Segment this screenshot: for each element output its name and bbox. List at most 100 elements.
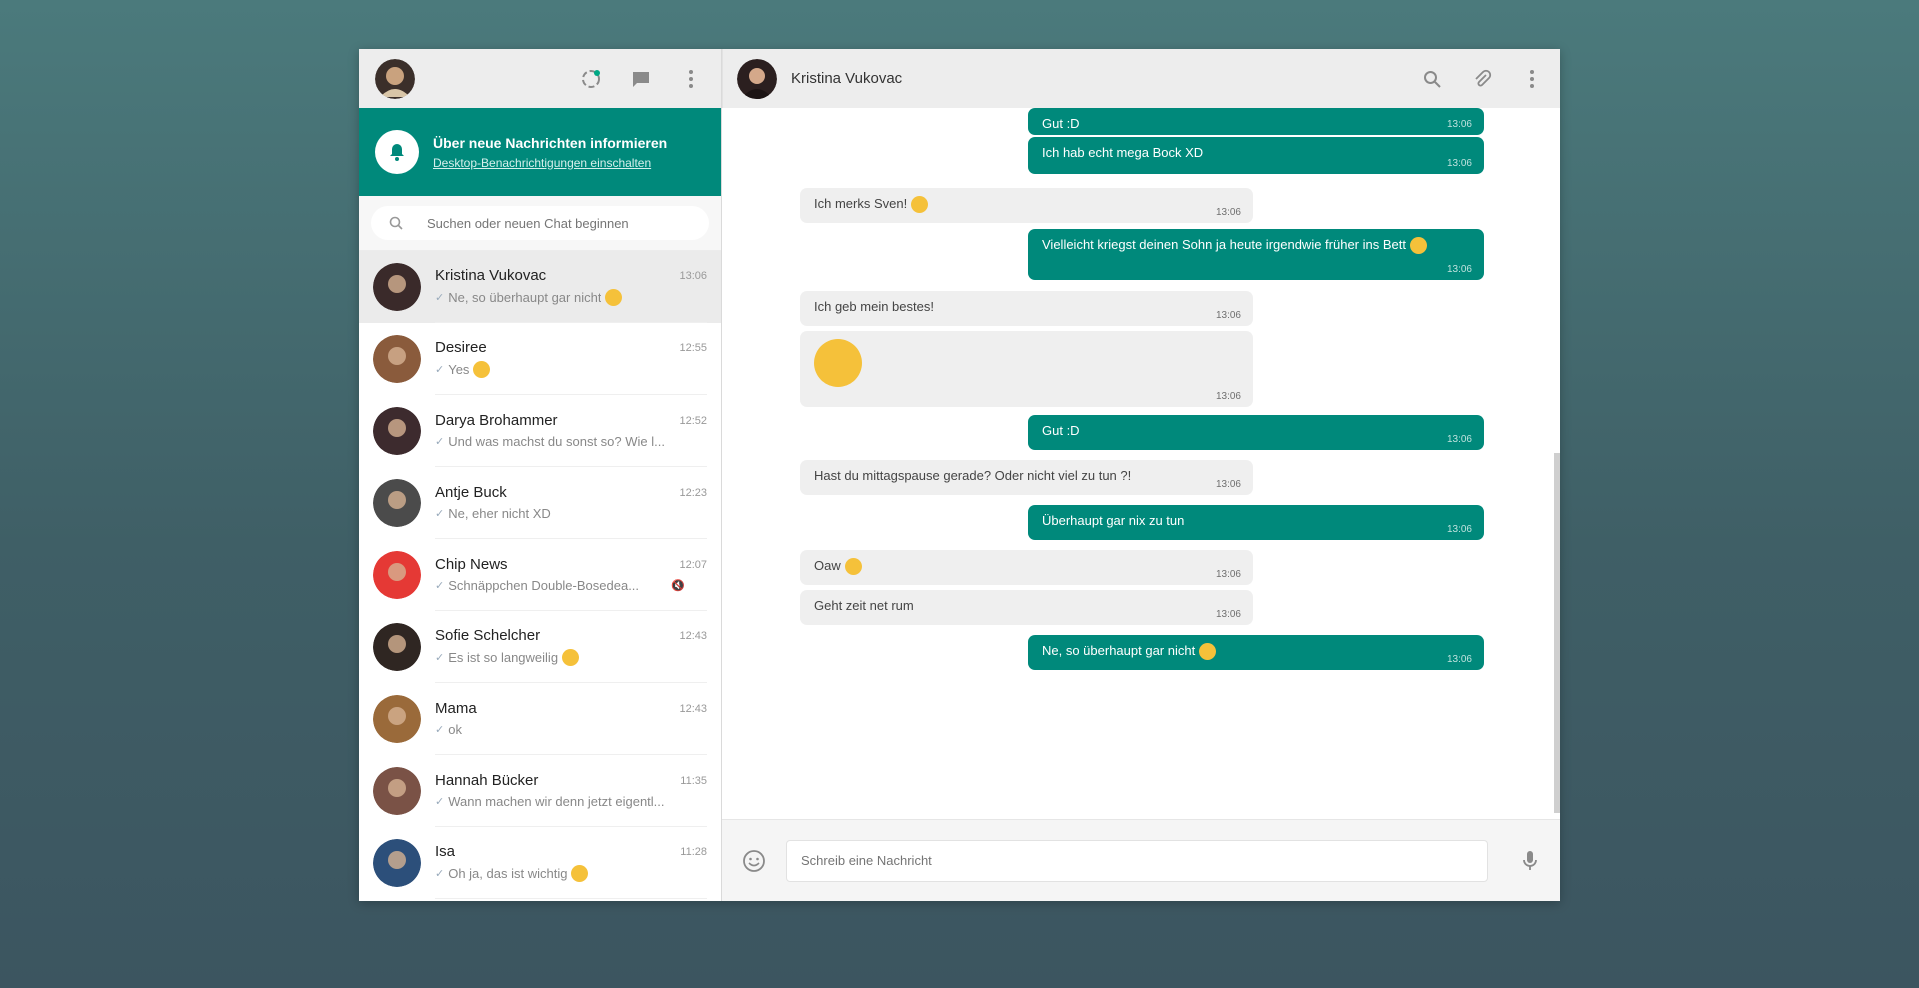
chat-name: Darya Brohammer <box>435 412 558 429</box>
chat-name: Kristina Vukovac <box>435 267 547 284</box>
chat-time: 11:28 <box>680 845 707 858</box>
chat-list-panel: Über neue Nachrichten informieren Deskto… <box>359 49 722 901</box>
menu-icon[interactable] <box>679 67 703 91</box>
outgoing-message[interactable]: Ne, so überhaupt gar nicht 13:06 <box>1028 635 1484 670</box>
chat-list-item[interactable]: Hannah Bücker 11:35 ✓ Wann machen wir denn … <box>359 755 721 827</box>
chat-avatar[interactable] <box>373 479 421 527</box>
status-icon[interactable] <box>579 67 603 91</box>
chat-item-body: Sofie Schelcher 12:43 ✓ Es ist so langweili… <box>435 611 707 683</box>
message-text: Ich merks Sven! <box>814 196 908 211</box>
sidebar-header <box>359 49 721 108</box>
chat-avatar[interactable] <box>373 263 421 311</box>
search-box[interactable] <box>371 206 709 240</box>
chat-list-item[interactable]: Mama 12:43 ✓ ok <box>359 683 721 755</box>
read-tick-icon: ✓ <box>435 796 445 808</box>
chat-name: Chip News <box>435 556 508 573</box>
chat-preview-text: Oh ja, das ist wichtig <box>448 866 568 881</box>
chat-time: 12:55 <box>679 341 707 354</box>
new-chat-icon[interactable] <box>629 67 653 91</box>
chat-preview-text: Ne, so überhaupt gar nicht <box>448 290 602 305</box>
chat-preview: ✓ Es ist so langweilig <box>435 649 685 666</box>
scrollbar[interactable] <box>1554 453 1560 813</box>
chat-preview: ✓ Schnäppchen Double-Bosedea... 🔇 <box>435 578 685 593</box>
emoji-icon <box>473 361 491 378</box>
my-avatar[interactable] <box>375 58 415 99</box>
chat-time: 11:35 <box>680 774 707 787</box>
chat-list-item[interactable]: Chip News 12:07 ✓ Schnäppchen Double-Bosede… <box>359 539 721 611</box>
incoming-message[interactable]: Hast du mittagspause gerade? Oder nicht … <box>800 460 1253 495</box>
chat-list-item[interactable]: Desiree 12:55 ✓ Yes <box>359 323 721 395</box>
chat-avatar[interactable] <box>373 767 421 815</box>
chat-time: 13:06 <box>679 269 707 282</box>
chat-avatar[interactable] <box>373 839 421 887</box>
message-time: 13:06 <box>1446 434 1472 445</box>
chat-preview: ✓ Ne, eher nicht XD <box>435 506 685 521</box>
read-tick-icon: ✓ <box>435 580 445 592</box>
chat-time: 12:23 <box>679 486 707 499</box>
chat-time: 12:07 <box>679 558 707 571</box>
message-time: 13:06 <box>1215 479 1241 490</box>
emoji-sticker-icon <box>814 339 862 387</box>
incoming-message[interactable]: 13:06 <box>800 331 1253 407</box>
chat-list-item[interactable]: Sofie Schelcher 12:43 ✓ Es ist so langweili… <box>359 611 721 683</box>
emoji-icon <box>1199 643 1217 661</box>
chat-name: Desiree <box>435 339 487 356</box>
whatsapp-web-window: Über neue Nachrichten informieren Deskto… <box>359 49 1560 901</box>
bell-off-icon <box>375 130 419 174</box>
microphone-icon[interactable] <box>1518 849 1542 873</box>
chat-preview: ✓ Und was machst du sonst so? Wie l... <box>435 434 685 449</box>
chat-name: Mama <box>435 700 477 717</box>
message-time: 13:06 <box>1215 609 1241 620</box>
outgoing-message[interactable]: Vielleicht kriegst deinen Sohn ja heute … <box>1028 229 1484 280</box>
contact-avatar[interactable] <box>737 58 777 99</box>
chat-item-body: Hannah Bücker 11:35 ✓ Wann machen wir denn … <box>435 755 707 827</box>
chat-avatar[interactable] <box>373 551 421 599</box>
chat-preview-text: Yes <box>448 362 470 377</box>
chat-name: Hannah Bücker <box>435 772 539 789</box>
chat-preview-text: Schnäppchen Double-Bosedea... <box>448 578 640 593</box>
search-icon <box>389 216 403 230</box>
chat-list-item[interactable]: Isa 11:28 ✓ Oh ja, das ist wichtig <box>359 827 721 899</box>
chat-avatar[interactable] <box>373 407 421 455</box>
enable-notifications-link[interactable]: Desktop-Benachrichtigungen einschalten <box>433 156 667 170</box>
notification-banner[interactable]: Über neue Nachrichten informieren Deskto… <box>359 108 721 196</box>
chat-avatar[interactable] <box>373 695 421 743</box>
message-input[interactable] <box>786 839 1488 882</box>
chat-preview-text: Wann machen wir denn jetzt eigentl... <box>448 794 665 809</box>
attach-icon[interactable] <box>1470 67 1494 91</box>
outgoing-message[interactable]: Gut :D 13:06 <box>1028 415 1484 450</box>
chat-item-body: Chip News 12:07 ✓ Schnäppchen Double-Bosede… <box>435 539 707 611</box>
menu-icon[interactable] <box>1520 67 1544 91</box>
conversation-header[interactable]: Kristina Vukovac <box>722 49 1560 108</box>
search-icon[interactable] <box>1420 67 1444 91</box>
chat-time: 12:43 <box>679 629 707 642</box>
chat-avatar[interactable] <box>373 623 421 671</box>
outgoing-message[interactable]: Ich hab echt mega Bock XD 13:06 <box>1028 137 1484 174</box>
emoji-icon <box>1409 237 1427 255</box>
notification-title: Über neue Nachrichten informieren <box>433 134 668 151</box>
incoming-message[interactable]: Ich merks Sven! 13:06 <box>800 188 1253 223</box>
message-time: 13:06 <box>1446 524 1472 535</box>
incoming-message[interactable]: Ich geb mein bestes! 13:06 <box>800 291 1253 326</box>
emoji-icon <box>844 558 862 576</box>
chat-item-body: Antje Buck 12:23 ✓ Ne, eher nicht XD <box>435 467 707 539</box>
chat-preview: ✓ Oh ja, das ist wichtig <box>435 865 685 882</box>
chat-preview: ✓ Yes <box>435 361 685 378</box>
search-input[interactable] <box>425 214 669 232</box>
chat-list-item[interactable]: Kristina Vukovac 13:06 ✓ Ne, so überhaupt g… <box>359 251 721 323</box>
chat-preview: ✓ Wann machen wir denn jetzt eigentl... <box>435 794 685 809</box>
emoji-icon[interactable] <box>742 849 766 873</box>
chat-list-item[interactable]: Darya Brohammer 12:52 ✓ Und was machst du s… <box>359 395 721 467</box>
chat-list-item[interactable]: Antje Buck 12:23 ✓ Ne, eher nicht XD <box>359 467 721 539</box>
outgoing-message[interactable]: Überhaupt gar nix zu tun 13:06 <box>1028 505 1484 540</box>
incoming-message[interactable]: Geht zeit net rum 13:06 <box>800 590 1253 625</box>
message-time: 13:06 <box>1446 654 1472 665</box>
chat-preview-text: Und was machst du sonst so? Wie l... <box>448 434 665 449</box>
message-time: 13:06 <box>1446 119 1472 130</box>
message-time: 13:06 <box>1215 310 1241 321</box>
outgoing-message[interactable]: Gut :D 13:06 <box>1028 108 1484 135</box>
message-time: 13:06 <box>1215 207 1241 218</box>
chat-item-body: Mama 12:43 ✓ ok <box>435 683 707 755</box>
chat-avatar[interactable] <box>373 335 421 383</box>
incoming-message[interactable]: Oaw 13:06 <box>800 550 1253 585</box>
